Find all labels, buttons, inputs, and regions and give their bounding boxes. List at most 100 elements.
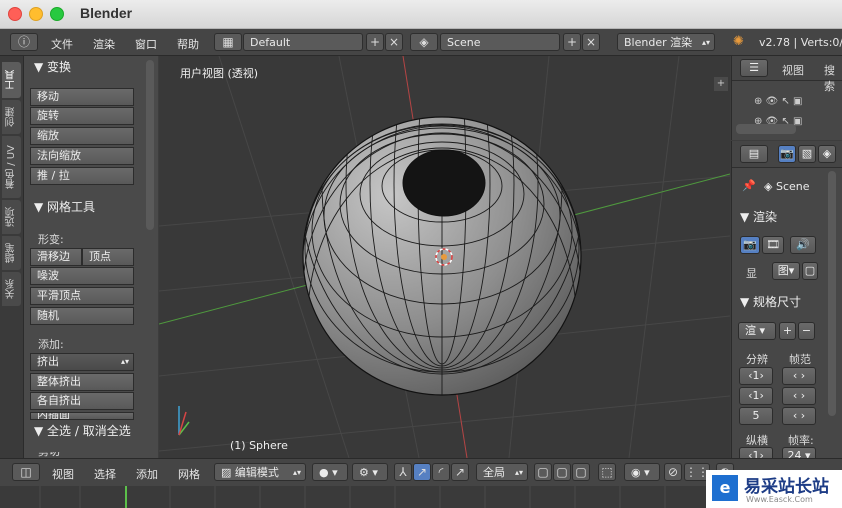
menu-view[interactable]: 视图 [52,466,74,482]
limit-selection-icon[interactable]: ⬚ [598,463,616,481]
menu-select[interactable]: 选择 [94,466,116,482]
manipulator-toggle-icon[interactable]: ⅄ [394,463,412,481]
dimensions-title: 规格尺寸 [753,295,802,309]
axis-gizmo [178,406,190,436]
render-engine-label: Blender 渲染 [624,36,693,49]
edge-select-icon[interactable]: ▢ [553,463,571,481]
screen-layout-icon[interactable]: ▦ [214,33,242,51]
add-scene-icon[interactable]: + [563,33,581,51]
editor-type-info-icon[interactable]: ⓘ [10,33,38,51]
minimize-window-button[interactable] [29,7,43,21]
scene-field[interactable]: Scene [440,33,560,51]
render-layers-icon[interactable]: ▧ [798,145,816,163]
scene-icon[interactable]: ◈ [410,33,438,51]
deform-label: 形变: [38,233,64,246]
3d-view-editor-icon[interactable]: ◫ [12,463,40,481]
pin-icon[interactable]: 📌 [742,179,756,192]
transform-panel-header[interactable]: ▼ 变换 [24,57,158,77]
extrude-individual-button[interactable]: 各自挤出 [30,392,134,410]
push-pull-button[interactable]: 推 / 拉 [30,167,134,185]
inset-faces-button[interactable]: 内插面 [30,412,134,420]
rotate-manipulator-icon[interactable]: ◜ [432,463,450,481]
tab-create[interactable]: 创建 [2,100,21,134]
menu-render[interactable]: 渲染 [93,36,115,52]
vertex-slide-button[interactable]: 顶点 [82,248,134,266]
remove-preset-icon[interactable]: − [798,322,815,340]
tab-options[interactable]: 选项 [2,200,21,234]
tab-tools[interactable]: 工具 [2,62,21,98]
rotate-button[interactable]: 旋转 [30,107,134,125]
lock-interface-icon[interactable]: ▢ [802,262,818,280]
resolution-x-field[interactable]: ‹1› [739,367,773,385]
shrink-fatten-button[interactable]: 法向缩放 [30,147,134,165]
select-all-panel-header[interactable]: ▼ 全选 / 取消全选 [24,421,158,443]
transform-orientation-select[interactable]: 全局 ▴▾ [476,463,528,481]
snap-icon[interactable]: ⊘ [664,463,682,481]
scene-context-icon[interactable]: ◈ [818,145,836,163]
translate-manipulator-icon[interactable]: ↗ [413,463,431,481]
properties-editor: ▤ 📷 ▧ ◈ 📌 ◈ Scene ▼ 渲染 📷 🎞 🔊 显 图▾ ▢ ▼ 规格… [731,141,842,465]
add-preset-icon[interactable]: + [779,322,796,340]
display-select[interactable]: 图▾ [772,262,800,280]
properties-scrollbar[interactable] [828,171,836,416]
outliner-search-menu[interactable]: 搜索 [824,62,842,94]
properties-editor-icon[interactable]: ▤ [740,145,768,163]
resolution-percent-field[interactable]: 5 [739,407,773,425]
visibility-icons-row[interactable]: ⊕ 👁 ↖ ▣ [754,96,802,107]
outliner-view-menu[interactable]: 视图 [782,62,804,78]
3d-viewport[interactable]: 用户视图 (透视) (1) Sphere + [159,56,730,458]
randomize-button[interactable]: 随机 [30,307,134,325]
display-value: 图 [777,264,789,277]
tab-shading-uv[interactable]: 着色 / UV [2,136,21,198]
render-panel-header[interactable]: ▼ 渲染 [740,208,777,225]
view-label: 用户视图 (透视) [180,67,259,80]
zoom-window-button[interactable] [50,7,64,21]
scale-button[interactable]: 缩放 [30,127,134,145]
face-select-icon[interactable]: ▢ [572,463,590,481]
delete-scene-icon[interactable]: × [582,33,600,51]
watermark: e 易采站长站 Www.Easck.Com [706,470,842,508]
vertex-select-icon[interactable]: ▢ [534,463,552,481]
close-window-button[interactable] [8,7,22,21]
add-layout-icon[interactable]: + [366,33,384,51]
shelf-scrollbar[interactable] [146,60,154,230]
dimensions-panel-header[interactable]: ▼ 规格尺寸 [740,293,801,310]
scale-manipulator-icon[interactable]: ↗ [451,463,469,481]
render-preset-select[interactable]: 渲 ▾ [738,322,776,340]
outliner-editor-icon[interactable]: ☰ [740,59,768,77]
extrude-region-button[interactable]: 整体挤出 [30,373,134,391]
pivot-point-select[interactable]: ⚙ ▾ [352,463,388,481]
tab-relations[interactable]: 关系 [2,272,21,306]
dropdown-arrow-icon: ▴▾ [292,468,301,477]
menu-help[interactable]: 帮助 [177,36,199,52]
render-image-icon[interactable]: 📷 [740,236,760,254]
properties-toggle-icon[interactable]: + [714,77,728,91]
resolution-y-field[interactable]: ‹1› [739,387,773,405]
display-label: 显 [746,267,757,280]
menu-add[interactable]: 添加 [136,466,158,482]
viewport-shading-select[interactable]: ● ▾ [312,463,348,481]
menu-window[interactable]: 窗口 [135,36,157,52]
render-context-camera-icon[interactable]: 📷 [778,145,796,163]
render-animation-icon[interactable]: 🎞 [762,236,784,254]
noise-button[interactable]: 噪波 [30,267,134,285]
menu-file[interactable]: 文件 [51,36,73,52]
proportional-edit-select[interactable]: ◉ ▾ [624,463,660,481]
menu-mesh[interactable]: 网格 [178,466,200,482]
render-engine-select[interactable]: Blender 渲染 ▴▾ [617,33,715,51]
watermark-text: 易采站长站 [744,477,829,497]
frame-step-field[interactable]: ‹ › [782,407,816,425]
tab-grease-pencil[interactable]: 蜡笔 [2,236,21,270]
delete-layout-icon[interactable]: × [385,33,403,51]
smooth-vertex-button[interactable]: 平滑顶点 [30,287,134,305]
extrude-select[interactable]: 挤出 ▴▾ [30,353,134,371]
layout-field[interactable]: Default [243,33,363,51]
frame-start-field[interactable]: ‹ › [782,367,816,385]
edge-slide-button[interactable]: 滑移边 [30,248,82,266]
interaction-mode-select[interactable]: ▨ 编辑模式 ▴▾ [214,463,306,481]
mesh-tools-panel-header[interactable]: ▼ 网格工具 [24,197,158,217]
outliner-scrollbar[interactable] [736,124,796,134]
move-button[interactable]: 移动 [30,88,134,106]
frame-end-field[interactable]: ‹ › [782,387,816,405]
render-audio-icon[interactable]: 🔊 [790,236,816,254]
